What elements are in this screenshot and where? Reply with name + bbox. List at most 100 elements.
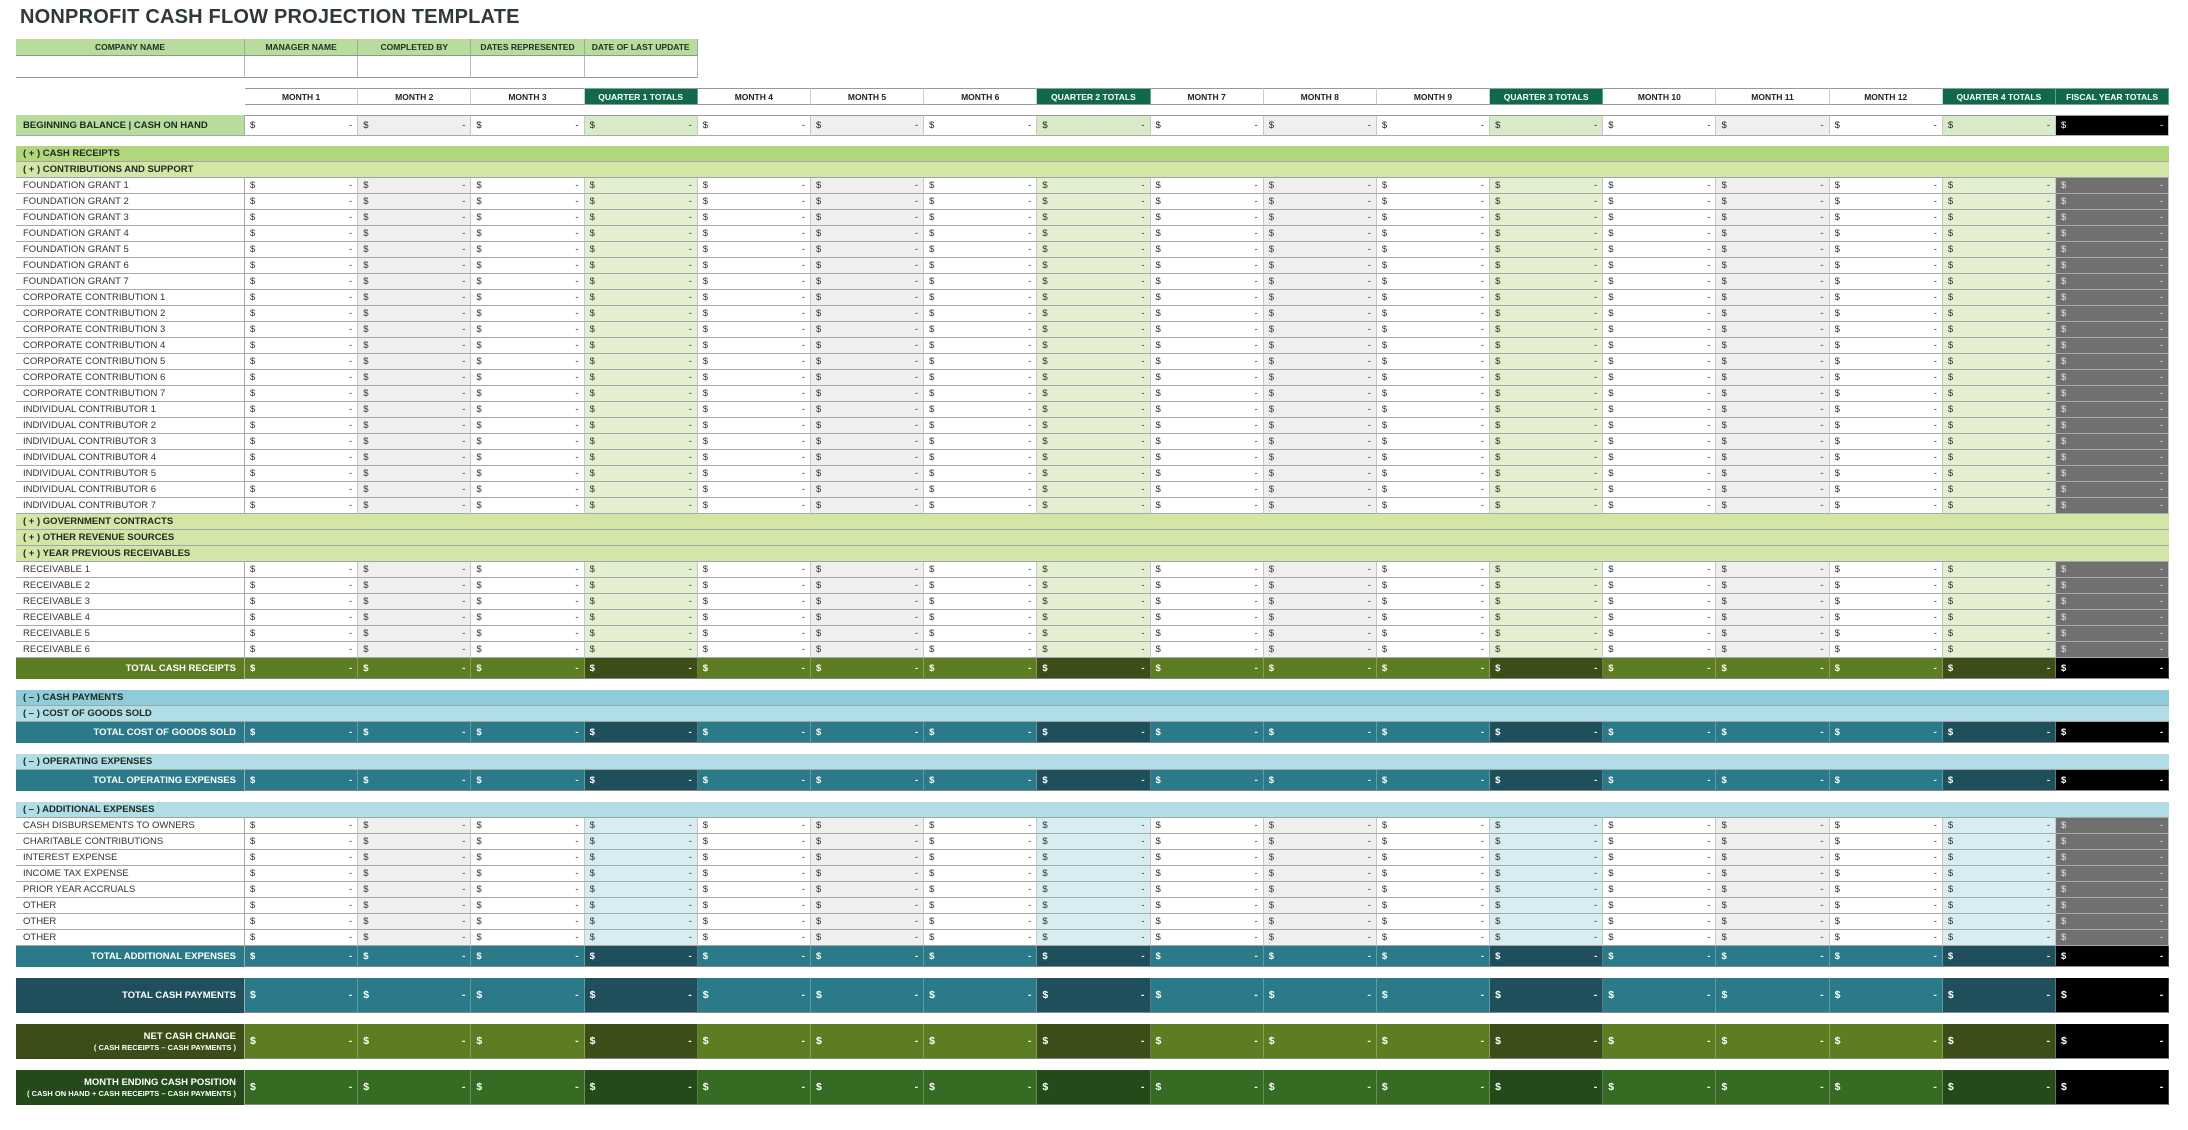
- value-cell-month-4[interactable]: $ -: [697, 642, 811, 658]
- value-cell-month-2[interactable]: $ -: [358, 322, 472, 338]
- value-cell-month-10[interactable]: $ -: [1603, 818, 1717, 834]
- value-cell-month-12[interactable]: $ -: [1829, 210, 1943, 226]
- value-cell-month-12[interactable]: $ -: [1829, 354, 1943, 370]
- value-cell-month-6[interactable]: $ -: [924, 642, 1038, 658]
- value-cell-month-7[interactable]: $ -: [1150, 610, 1264, 626]
- value-cell-month-3[interactable]: $ -: [471, 450, 585, 466]
- value-cell-month-3[interactable]: $ -: [471, 178, 585, 194]
- value-cell-month-6[interactable]: $ -: [924, 386, 1038, 402]
- value-cell-month-5[interactable]: $ -: [810, 338, 925, 354]
- value-cell-month-6[interactable]: $ -: [924, 354, 1038, 370]
- value-cell-month-11[interactable]: $ -: [1716, 338, 1830, 354]
- value-cell-month-8[interactable]: $ -: [1263, 242, 1377, 258]
- value-cell-month-11[interactable]: $ -: [1716, 402, 1830, 418]
- value-cell-month-3[interactable]: $ -: [471, 370, 585, 386]
- value-cell-month-7[interactable]: $ -: [1150, 386, 1264, 402]
- value-cell-month-12[interactable]: $ -: [1829, 178, 1943, 194]
- value-cell-month-4[interactable]: $ -: [697, 914, 811, 930]
- value-cell-month-11[interactable]: $ -: [1716, 418, 1830, 434]
- value-cell-month-11[interactable]: $ -: [1716, 930, 1830, 946]
- value-cell-month-4[interactable]: $ -: [697, 290, 811, 306]
- value-cell-month-10[interactable]: $ -: [1603, 386, 1717, 402]
- value-cell-month-3[interactable]: $ -: [471, 610, 585, 626]
- value-cell-month-3[interactable]: $ -: [471, 386, 585, 402]
- value-cell-month-12[interactable]: $ -: [1829, 914, 1943, 930]
- value-cell-month-4[interactable]: $ -: [697, 498, 811, 514]
- value-cell-month-6[interactable]: $ -: [924, 850, 1038, 866]
- value-cell-month-11[interactable]: $ -: [1716, 626, 1830, 642]
- value-cell-month-4[interactable]: $ -: [697, 194, 811, 210]
- value-cell-month-7[interactable]: $ -: [1150, 115, 1264, 136]
- value-cell-month-2[interactable]: $ -: [358, 466, 472, 482]
- value-cell-month-2[interactable]: $ -: [358, 258, 472, 274]
- value-cell-month-2[interactable]: $ -: [358, 626, 472, 642]
- value-cell-month-4[interactable]: $ -: [697, 930, 811, 946]
- value-cell-month-5[interactable]: $ -: [810, 882, 925, 898]
- value-cell-month-9[interactable]: $ -: [1376, 354, 1491, 370]
- value-cell-month-7[interactable]: $ -: [1150, 290, 1264, 306]
- value-cell-month-8[interactable]: $ -: [1263, 642, 1377, 658]
- value-cell-month-3[interactable]: $ -: [471, 418, 585, 434]
- value-cell-month-3[interactable]: $ -: [471, 322, 585, 338]
- value-cell-month-8[interactable]: $ -: [1263, 418, 1377, 434]
- value-cell-month-2[interactable]: $ -: [358, 594, 472, 610]
- value-cell-month-5[interactable]: $ -: [810, 370, 925, 386]
- value-cell-month-1[interactable]: $ -: [245, 578, 359, 594]
- value-cell-month-5[interactable]: $ -: [810, 626, 925, 642]
- value-cell-month-4[interactable]: $ -: [697, 882, 811, 898]
- value-cell-month-12[interactable]: $ -: [1829, 242, 1943, 258]
- value-cell-month-11[interactable]: $ -: [1716, 578, 1830, 594]
- value-cell-month-1[interactable]: $ -: [245, 242, 359, 258]
- value-cell-month-3[interactable]: $ -: [471, 194, 585, 210]
- value-cell-month-3[interactable]: $ -: [471, 210, 585, 226]
- value-cell-month-12[interactable]: $ -: [1829, 610, 1943, 626]
- value-cell-month-7[interactable]: $ -: [1150, 258, 1264, 274]
- value-cell-month-1[interactable]: $ -: [245, 866, 359, 882]
- value-cell-month-11[interactable]: $ -: [1716, 354, 1830, 370]
- value-cell-month-4[interactable]: $ -: [697, 482, 811, 498]
- value-cell-month-5[interactable]: $ -: [810, 834, 925, 850]
- value-cell-month-11[interactable]: $ -: [1716, 866, 1830, 882]
- value-cell-month-2[interactable]: $ -: [358, 418, 472, 434]
- value-cell-month-12[interactable]: $ -: [1829, 626, 1943, 642]
- value-cell-month-6[interactable]: $ -: [924, 290, 1038, 306]
- value-cell-month-8[interactable]: $ -: [1263, 290, 1377, 306]
- value-cell-month-12[interactable]: $ -: [1829, 898, 1943, 914]
- value-cell-month-8[interactable]: $ -: [1263, 338, 1377, 354]
- value-cell-month-11[interactable]: $ -: [1716, 194, 1830, 210]
- value-cell-month-11[interactable]: $ -: [1716, 242, 1830, 258]
- value-cell-month-2[interactable]: $ -: [358, 818, 472, 834]
- value-cell-month-10[interactable]: $ -: [1603, 626, 1717, 642]
- value-cell-month-3[interactable]: $ -: [471, 434, 585, 450]
- section-header[interactable]: ( – ) ADDITIONAL EXPENSES: [16, 802, 2169, 818]
- value-cell-month-12[interactable]: $ -: [1829, 562, 1943, 578]
- value-cell-month-3[interactable]: $ -: [471, 498, 585, 514]
- value-cell-month-3[interactable]: $ -: [471, 290, 585, 306]
- value-cell-month-8[interactable]: $ -: [1263, 866, 1377, 882]
- value-cell-month-1[interactable]: $ -: [245, 610, 359, 626]
- value-cell-month-5[interactable]: $ -: [810, 178, 925, 194]
- value-cell-month-10[interactable]: $ -: [1603, 226, 1717, 242]
- value-cell-month-10[interactable]: $ -: [1603, 322, 1717, 338]
- value-cell-month-8[interactable]: $ -: [1263, 594, 1377, 610]
- value-cell-month-1[interactable]: $ -: [245, 882, 359, 898]
- value-cell-month-12[interactable]: $ -: [1829, 226, 1943, 242]
- value-cell-month-6[interactable]: $ -: [924, 450, 1038, 466]
- value-cell-month-9[interactable]: $ -: [1376, 242, 1491, 258]
- value-cell-month-4[interactable]: $ -: [697, 210, 811, 226]
- value-cell-month-3[interactable]: $ -: [471, 866, 585, 882]
- value-cell-month-2[interactable]: $ -: [358, 866, 472, 882]
- value-cell-month-6[interactable]: $ -: [924, 370, 1038, 386]
- value-cell-month-9[interactable]: $ -: [1376, 866, 1491, 882]
- value-cell-month-3[interactable]: $ -: [471, 562, 585, 578]
- value-cell-month-9[interactable]: $ -: [1376, 914, 1491, 930]
- value-cell-month-5[interactable]: $ -: [810, 914, 925, 930]
- value-cell-month-7[interactable]: $ -: [1150, 626, 1264, 642]
- value-cell-month-5[interactable]: $ -: [810, 866, 925, 882]
- value-cell-month-8[interactable]: $ -: [1263, 386, 1377, 402]
- value-cell-month-12[interactable]: $ -: [1829, 290, 1943, 306]
- value-cell-month-9[interactable]: $ -: [1376, 178, 1491, 194]
- value-cell-month-10[interactable]: $ -: [1603, 210, 1717, 226]
- value-cell-month-2[interactable]: $ -: [358, 386, 472, 402]
- value-cell-month-8[interactable]: $ -: [1263, 194, 1377, 210]
